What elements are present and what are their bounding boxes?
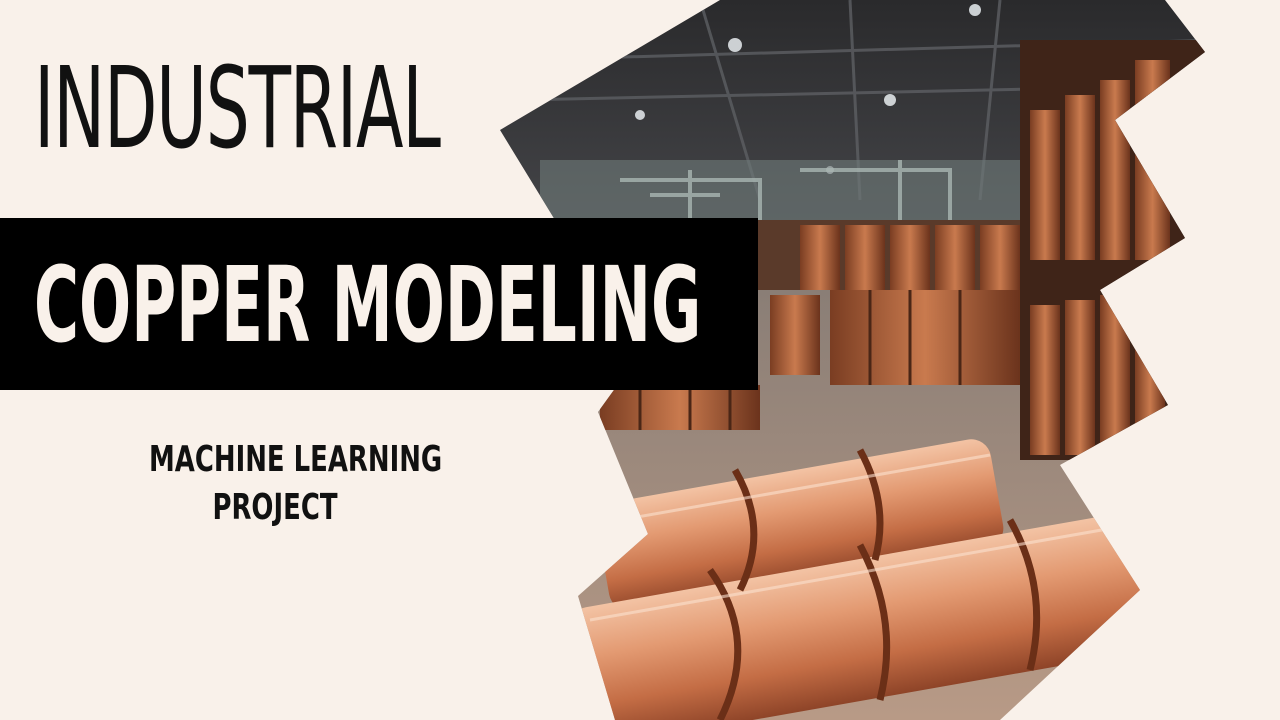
title-copper-modeling: COPPER MODELING — [34, 244, 702, 366]
subtitle-line1: MACHINE LEARNING — [149, 439, 443, 480]
subtitle: MACHINE LEARNING PROJECT — [100, 436, 450, 532]
title-banner: COPPER MODELING — [0, 218, 758, 390]
thumbnail-canvas: INDUSTRIAL COPPER MODELING MACHINE LEARN… — [0, 0, 1280, 720]
title-industrial: INDUSTRIAL — [34, 44, 441, 174]
subtitle-line2: PROJECT — [212, 487, 338, 528]
